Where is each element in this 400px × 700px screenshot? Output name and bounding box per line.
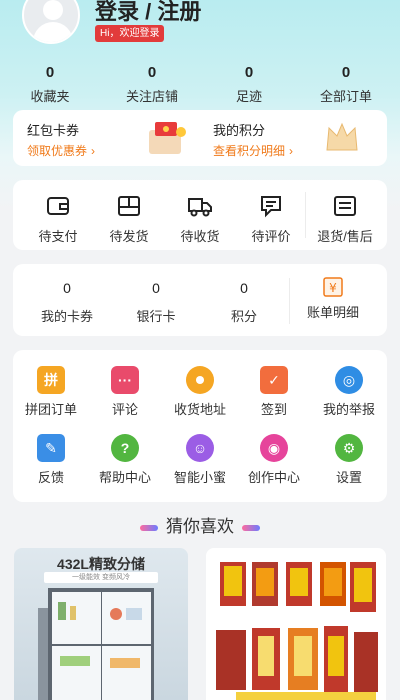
order-pending-review[interactable]: 待评价 [236,192,306,245]
wallet-icon [47,197,69,215]
order-pending-shipment[interactable]: 待发货 [94,192,164,245]
welcome-badge: Hi，欢迎登录 [95,25,165,42]
guess-you-like-heading: 猜你喜欢 [0,512,400,537]
stats-row: 0 收藏夹 0 关注店铺 0 足迹 0 全部订单 [0,64,400,104]
assistant-icon: ☺ [186,434,214,462]
product-subtitle: 一级能效 变频风冷 [44,572,158,583]
service-creator[interactable]: ◉ 创作中心 [237,434,311,486]
package-icon [118,196,140,216]
crown-icon [326,122,358,151]
gear-icon: ⚙ [335,434,363,462]
stat-all-orders[interactable]: 0 全部订单 [306,64,386,105]
services-card: 拼 拼团订单 ··· 评论 收货地址 ✓ 签到 ◎ 我的举报 ✎ 反馈 ? 帮助… [13,350,387,502]
service-help[interactable]: ? 帮助中心 [88,434,162,486]
red-packet-icon [149,122,186,154]
feedback-icon: ✎ [37,434,65,462]
assets-card: 0 我的卡券 0 银行卡 0 积分 ¥ 账单明细 [13,264,387,336]
order-returns[interactable]: 退货/售后 [310,192,380,245]
order-status-card: 待支付 待发货 待收货 待评价 退货/售后 [13,180,387,250]
order-pending-receipt[interactable]: 待收货 [165,192,235,245]
divider [289,278,290,324]
service-feedback[interactable]: ✎ 反馈 [14,434,88,486]
stat-favorites[interactable]: 0 收藏夹 [10,64,90,105]
service-assistant[interactable]: ☺ 智能小蜜 [163,434,237,486]
asset-bill-details[interactable]: ¥ 账单明细 [293,276,373,321]
service-address[interactable]: 收货地址 [163,366,237,418]
help-icon: ? [111,434,139,462]
location-icon [186,366,214,394]
promo-card: 红包卡券 领取优惠券 › 我的积分 查看积分明细 › [13,110,387,166]
calendar-icon: ✓ [260,366,288,394]
service-checkin[interactable]: ✓ 签到 [237,366,311,418]
camera-icon: ◉ [260,434,288,462]
bill-icon: ¥ [323,277,343,297]
banner-product-image [216,562,378,700]
service-comments[interactable]: ··· 评论 [88,366,162,418]
divider [305,192,306,238]
product-card[interactable]: 432L精致分储 一级能效 变频风冷 [14,548,188,700]
chat-icon: ··· [111,366,139,394]
fridge-image [38,588,154,700]
login-register-link[interactable]: 登录 / 注册 [95,0,201,26]
decoration-icon [242,524,260,531]
group-order-icon: 拼 [37,366,65,394]
asset-bank-cards[interactable]: 0 银行卡 [116,280,196,325]
coupon-entry[interactable]: 红包卡券 领取优惠券 › [27,120,95,159]
points-entry[interactable]: 我的积分 查看积分明细 › [213,120,293,159]
service-group-order[interactable]: 拼 拼团订单 [14,366,88,418]
service-settings[interactable]: ⚙ 设置 [312,434,386,486]
truck-icon [188,198,212,217]
chevron-right-icon: › [91,144,96,158]
svg-text:¥: ¥ [329,281,337,295]
chevron-right-icon: › [289,144,294,158]
product-title: 432L精致分储 [57,556,145,572]
return-icon [334,196,356,216]
stat-footprints[interactable]: 0 足迹 [209,64,289,105]
product-card[interactable] [206,548,386,700]
comment-icon [261,196,281,218]
decoration-icon [140,524,158,531]
target-icon: ◎ [335,366,363,394]
asset-points[interactable]: 0 积分 [204,280,284,325]
stat-followed-shops[interactable]: 0 关注店铺 [112,64,192,105]
service-reports[interactable]: ◎ 我的举报 [312,366,386,418]
asset-my-coupons[interactable]: 0 我的卡券 [27,280,107,325]
order-pending-payment[interactable]: 待支付 [23,192,93,245]
